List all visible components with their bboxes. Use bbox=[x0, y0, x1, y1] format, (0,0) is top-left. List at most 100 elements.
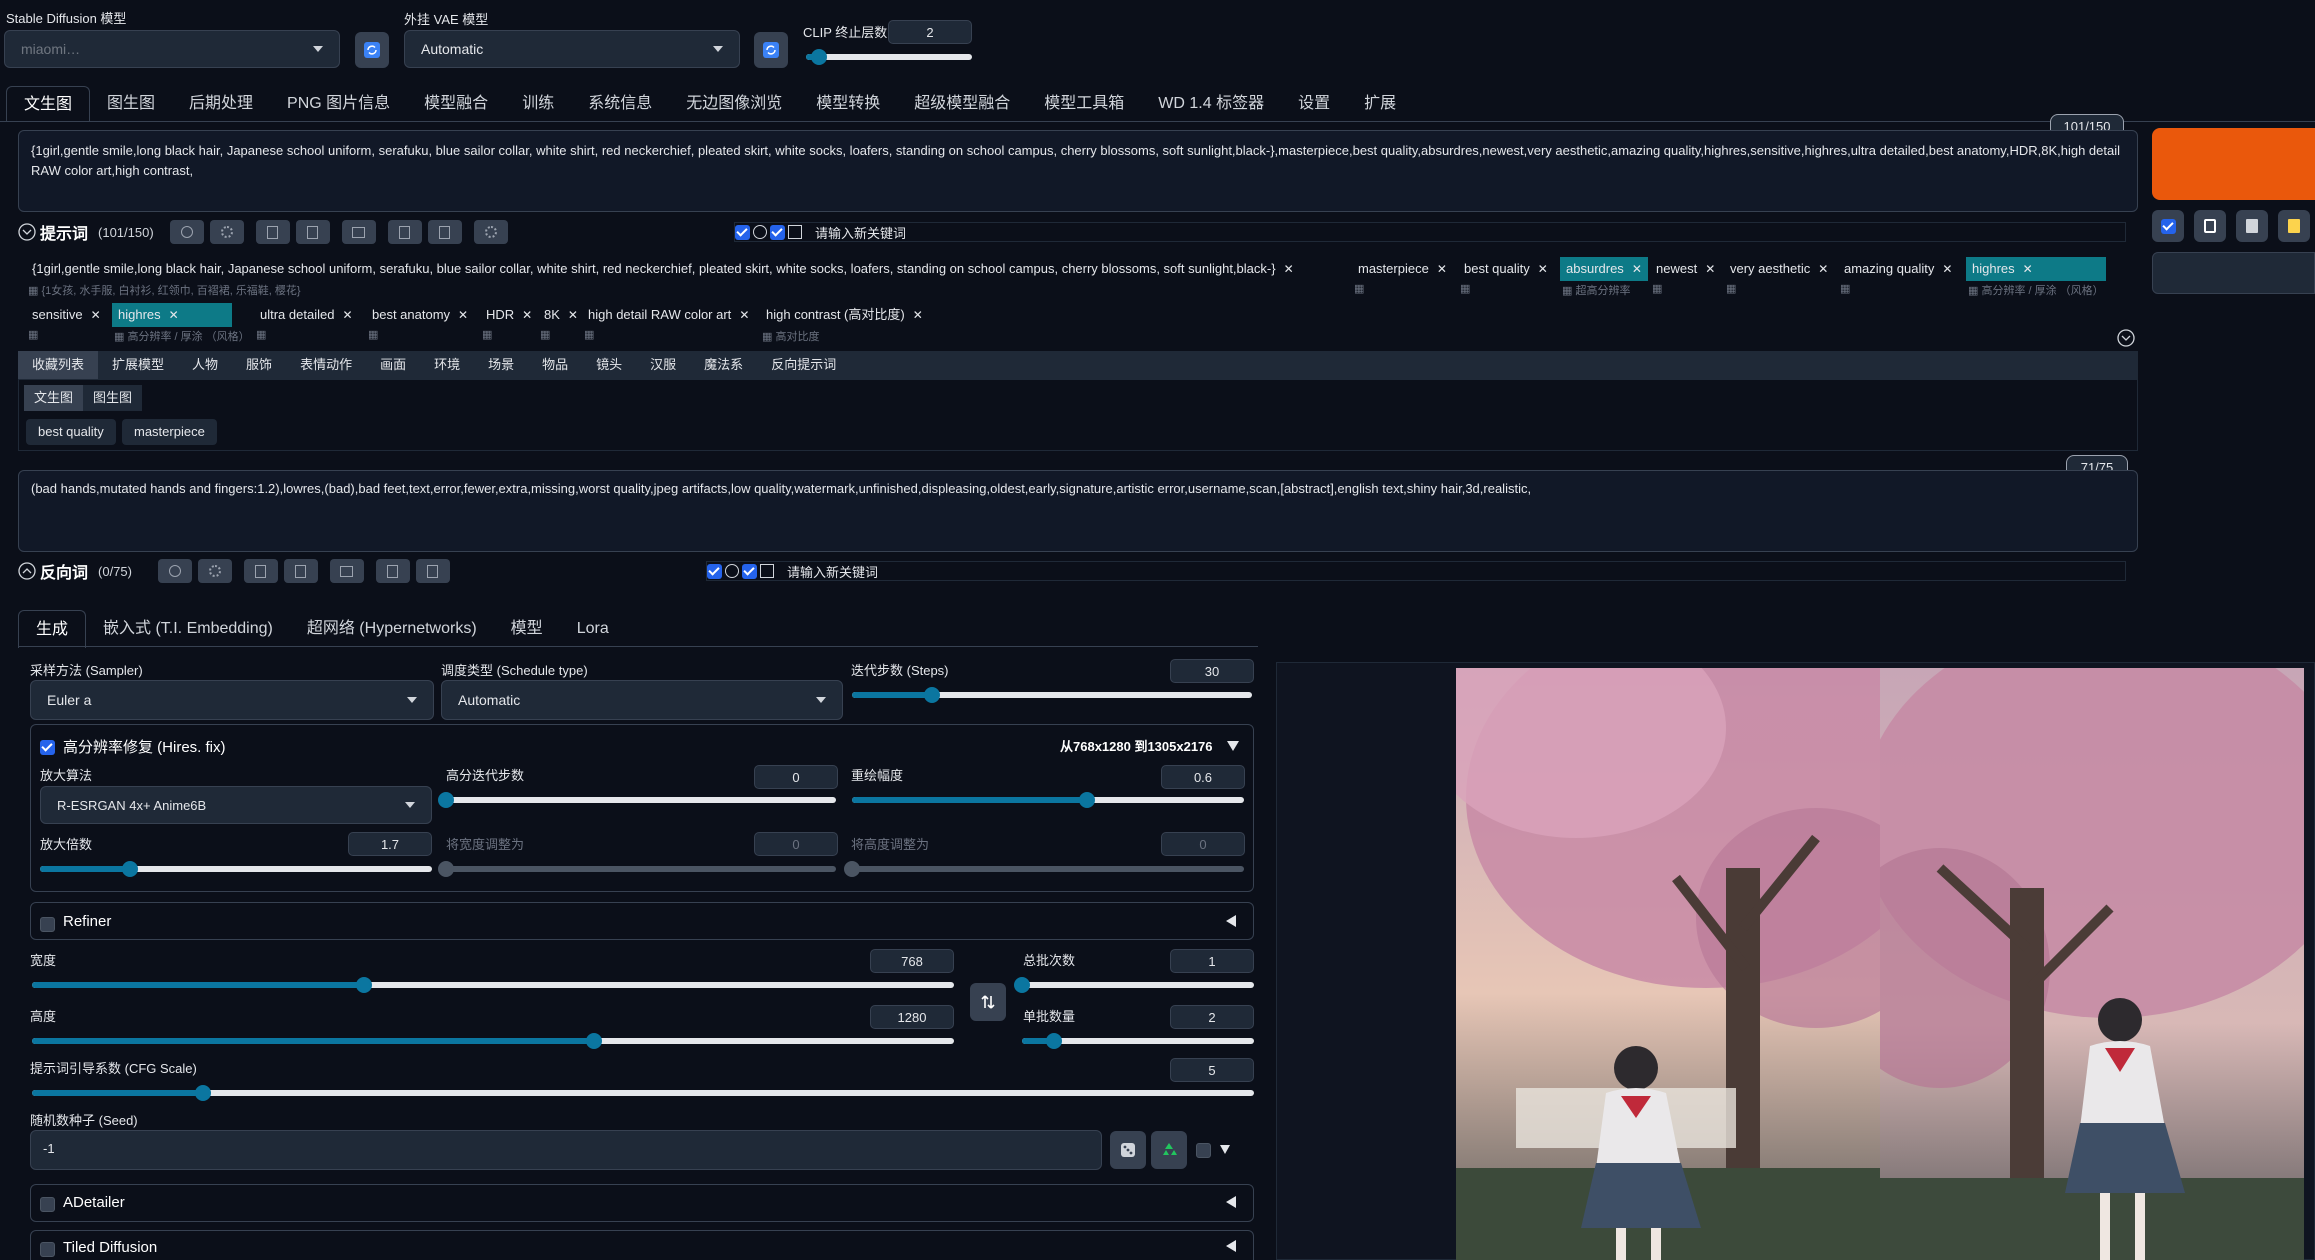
batch-count-slider[interactable] bbox=[1014, 977, 1254, 993]
reuse-seed-button[interactable] bbox=[1151, 1131, 1187, 1169]
square-icon[interactable] bbox=[788, 225, 802, 239]
upscaler-select[interactable]: R-ESRGAN 4x+ Anime6B bbox=[40, 786, 432, 824]
prompt-tag[interactable]: amazing quality ✕ bbox=[1838, 257, 1958, 281]
expand-adetailer-icon[interactable] bbox=[1226, 1196, 1236, 1208]
seed-input[interactable]: -1 bbox=[30, 1130, 1102, 1170]
favorites-tab[interactable]: 镜头 bbox=[582, 351, 636, 379]
favorite-button[interactable] bbox=[283, 559, 318, 583]
prompt-tag[interactable]: highres ✕ bbox=[1966, 257, 2106, 281]
favorites-tab[interactable]: 收藏列表 bbox=[18, 351, 99, 379]
extra-seed-checkbox[interactable] bbox=[1196, 1143, 1211, 1158]
adetailer-panel[interactable] bbox=[30, 1184, 1254, 1222]
prompt-tag[interactable]: 8K ✕ bbox=[538, 303, 584, 327]
generate-button[interactable] bbox=[2152, 128, 2315, 200]
undo-button[interactable] bbox=[375, 559, 410, 583]
paste-button[interactable] bbox=[2194, 210, 2226, 242]
close-icon[interactable]: ✕ bbox=[739, 308, 749, 322]
clear-button[interactable] bbox=[415, 559, 450, 583]
schedule-select[interactable]: Automatic bbox=[441, 680, 843, 720]
clip-skip-knob[interactable] bbox=[811, 49, 828, 65]
main-tab[interactable]: 模型工具箱 bbox=[1027, 86, 1141, 122]
prompt-tag[interactable]: high contrast (高对比度) ✕ bbox=[760, 303, 929, 327]
close-icon[interactable]: ✕ bbox=[522, 308, 532, 322]
undo-button[interactable] bbox=[387, 220, 422, 244]
history-button[interactable] bbox=[341, 220, 376, 244]
main-tab[interactable]: WD 1.4 标签器 bbox=[1141, 86, 1281, 122]
favorites-tab[interactable]: 扩展模型 bbox=[98, 351, 178, 379]
hires-checkbox[interactable] bbox=[40, 740, 55, 755]
main-tab[interactable]: 设置 bbox=[1281, 86, 1347, 122]
scale-slider[interactable] bbox=[40, 861, 432, 877]
main-tab[interactable]: 扩展 bbox=[1347, 86, 1413, 122]
hires-steps-slider[interactable] bbox=[438, 792, 836, 808]
batch-size-input[interactable]: 2 bbox=[1170, 1005, 1254, 1029]
generation-tab[interactable]: 超网络 (Hypernetworks) bbox=[290, 610, 494, 648]
favorites-tab[interactable]: 服饰 bbox=[232, 351, 286, 379]
favorites-tab[interactable]: 魔法系 bbox=[690, 351, 757, 379]
prompt-tag[interactable]: newest ✕ bbox=[1650, 257, 1721, 281]
collapse-icon[interactable] bbox=[18, 223, 36, 241]
favorites-tab[interactable]: 汉服 bbox=[636, 351, 690, 379]
prompt-tag[interactable]: sensitive ✕ bbox=[26, 303, 107, 327]
expand-refiner-icon[interactable] bbox=[1226, 915, 1236, 927]
close-icon[interactable]: ✕ bbox=[1538, 262, 1548, 276]
clip-skip-slider[interactable] bbox=[806, 49, 972, 65]
tiled-diffusion-panel[interactable] bbox=[30, 1230, 1254, 1260]
clipboard-button[interactable] bbox=[2278, 210, 2310, 242]
main-tab[interactable]: 模型融合 bbox=[407, 86, 505, 122]
resize-height-input[interactable]: 0 bbox=[1161, 832, 1245, 856]
prompt-tag[interactable]: masterpiece ✕ bbox=[1352, 257, 1453, 281]
refiner-panel[interactable] bbox=[30, 902, 1254, 940]
steps-knob[interactable] bbox=[924, 687, 940, 703]
main-tab[interactable]: 无边图像浏览 bbox=[669, 86, 799, 122]
scale-input[interactable]: 1.7 bbox=[348, 832, 432, 856]
clock-icon[interactable] bbox=[753, 225, 767, 239]
favorites-tab[interactable]: 画面 bbox=[366, 351, 420, 379]
width-knob[interactable] bbox=[355, 977, 372, 993]
main-tab[interactable]: 后期处理 bbox=[172, 86, 270, 122]
prompt-tag[interactable]: best quality ✕ bbox=[1458, 257, 1554, 281]
prompt-tag[interactable]: HDR ✕ bbox=[480, 303, 538, 327]
main-tab[interactable]: 训练 bbox=[505, 86, 571, 122]
close-icon[interactable]: ✕ bbox=[1818, 262, 1828, 276]
expand-seed-icon[interactable] bbox=[1220, 1145, 1230, 1154]
favorites-subtab[interactable]: 文生图 bbox=[24, 385, 84, 411]
copy-button[interactable] bbox=[255, 220, 290, 244]
copy-button[interactable] bbox=[243, 559, 278, 583]
styles-select[interactable] bbox=[2152, 252, 2315, 294]
prompt-tag[interactable]: high detail RAW color art ✕ bbox=[582, 303, 755, 327]
prompt-tag[interactable]: ultra detailed ✕ bbox=[254, 303, 359, 327]
main-tab[interactable]: 图生图 bbox=[90, 86, 172, 122]
keyword-check-1[interactable] bbox=[735, 224, 750, 240]
main-tab[interactable]: 系统信息 bbox=[571, 86, 669, 122]
cfg-slider[interactable] bbox=[32, 1085, 1254, 1101]
translate-button[interactable] bbox=[169, 220, 204, 244]
favorite-button[interactable] bbox=[295, 220, 330, 244]
keyword-check-2[interactable] bbox=[742, 563, 757, 579]
close-icon[interactable]: ✕ bbox=[91, 308, 101, 322]
clock-icon[interactable] bbox=[725, 564, 739, 578]
keyword-input[interactable]: 请输入新关键词 bbox=[815, 223, 906, 242]
adetailer-checkbox[interactable] bbox=[40, 1197, 55, 1212]
favorites-tab[interactable]: 表情动作 bbox=[286, 351, 366, 379]
favorites-tab[interactable]: 反向提示词 bbox=[757, 351, 850, 379]
swap-dimensions-button[interactable] bbox=[970, 983, 1006, 1021]
keyword-check-2[interactable] bbox=[770, 224, 785, 240]
cfg-knob[interactable] bbox=[195, 1085, 212, 1101]
refresh-model-button[interactable] bbox=[355, 32, 389, 68]
resize-height-knob[interactable] bbox=[844, 861, 860, 877]
prompt-tag[interactable]: absurdres ✕ bbox=[1560, 257, 1648, 281]
generation-tab[interactable]: 模型 bbox=[494, 610, 560, 648]
expand-icon[interactable] bbox=[2117, 329, 2135, 347]
close-icon[interactable]: ✕ bbox=[2023, 262, 2033, 276]
denoise-input[interactable]: 0.6 bbox=[1161, 765, 1245, 789]
main-tab[interactable]: PNG 图片信息 bbox=[270, 86, 407, 122]
collapse-icon[interactable] bbox=[18, 562, 36, 580]
history-button[interactable] bbox=[329, 559, 364, 583]
main-tab[interactable]: 模型转换 bbox=[799, 86, 897, 122]
sd-model-select[interactable]: miaomi… bbox=[4, 30, 340, 68]
collapse-hires-icon[interactable] bbox=[1227, 741, 1239, 751]
favorites-tab[interactable]: 场景 bbox=[474, 351, 528, 379]
batch-size-slider[interactable] bbox=[1022, 1033, 1254, 1049]
steps-input[interactable]: 30 bbox=[1170, 659, 1254, 683]
